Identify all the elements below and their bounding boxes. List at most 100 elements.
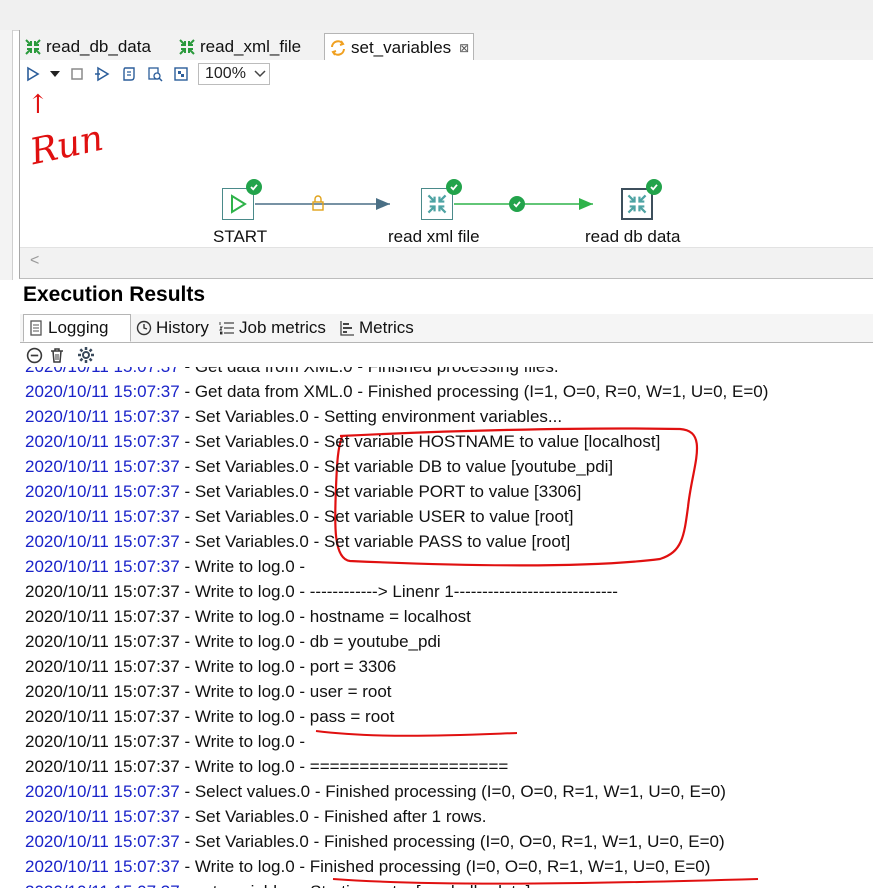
log-timestamp: 2020/10/11 15:07:37: [25, 832, 180, 851]
tab-label: read_xml_file: [200, 36, 302, 56]
log-timestamp: 2020/10/11 15:07:37: [25, 882, 180, 888]
success-badge-icon: [646, 179, 662, 195]
hop-arrowhead: [376, 198, 390, 210]
log-line: 2020/10/11 15:07:37 - Set Variables.0 - …: [25, 479, 581, 504]
tab-logging[interactable]: Logging: [23, 314, 131, 342]
log-timestamp: 2020/10/11 15:07:37: [25, 407, 180, 426]
dropdown-triangle-icon: [50, 71, 60, 77]
log-timestamp: 2020/10/11 15:07:37: [25, 782, 180, 801]
log-timestamp: 2020/10/11 15:07:37: [25, 582, 180, 601]
log-line: 2020/10/11 15:07:37 - Set Variables.0 - …: [25, 804, 486, 829]
log-line: 2020/10/11 15:07:37 - Get data from XML.…: [25, 379, 768, 404]
log-message: - Set Variables.0 - Finished after 1 row…: [179, 807, 487, 826]
log-message: - Set Variables.0 - Finished processing …: [179, 832, 725, 851]
search-document-icon: [148, 67, 163, 82]
log-line: 2020/10/11 15:07:37 - Set Variables.0 - …: [25, 829, 725, 854]
clock-icon: [136, 320, 152, 336]
log-message: - Get data from XML.0 - Finished process…: [179, 382, 769, 401]
sql-button[interactable]: [168, 62, 194, 86]
delete-log-button[interactable]: [49, 347, 65, 364]
log-timestamp: 2020/10/11 15:07:37: [25, 657, 180, 676]
log-message: - Write to log.0 - ------------> Linenr …: [179, 582, 618, 601]
clear-log-button[interactable]: [26, 347, 43, 364]
script-verify-icon: [123, 67, 135, 81]
tab-set-variables[interactable]: set_variables ⊠: [324, 33, 474, 61]
log-document-icon: [30, 320, 42, 336]
top-strip: [0, 0, 873, 31]
log-message: - Write to log.0 - db = youtube_pdi: [179, 632, 441, 651]
log-message: - Set Variables.0 - Set variable HOSTNAM…: [179, 432, 661, 451]
log-message: - set_variables - Starting entry [read_d…: [180, 882, 530, 888]
canvas-horizontal-scrollbar[interactable]: <: [20, 247, 873, 278]
log-timestamp: 2020/10/11 15:07:37: [25, 382, 180, 401]
log-line: 2020/10/11 15:07:37 - Write to log.0 - d…: [25, 629, 441, 654]
log-settings-button[interactable]: [77, 346, 95, 364]
left-panel-edge: [0, 30, 13, 280]
chevron-left-icon[interactable]: <: [30, 252, 39, 270]
grid-icon: [174, 67, 188, 81]
log-message: - Set Variables.0 - Set variable PORT to…: [179, 482, 582, 501]
log-output[interactable]: 2020/10/11 15:07:37 - Get data from XML.…: [20, 367, 873, 888]
job-editor: read_db_data read_xml_file set_variables…: [19, 30, 873, 279]
tab-label: read_db_data: [46, 36, 151, 56]
hop-arrowhead: [579, 198, 593, 210]
log-timestamp: 2020/10/11 15:07:37: [25, 857, 180, 876]
close-tab-icon[interactable]: ⊠: [459, 41, 469, 55]
log-message: - Set Variables.0 - Setting environment …: [179, 407, 563, 426]
node-label-read-db-data: read db data: [585, 227, 681, 246]
tab-job-metrics[interactable]: Job metrics: [215, 314, 335, 342]
log-timestamp: 2020/10/11 15:07:37: [25, 507, 180, 526]
tab-metrics[interactable]: Metrics: [335, 314, 419, 342]
job-entry-icon: [627, 194, 647, 214]
hops-layer: [255, 198, 593, 210]
success-badge-icon: [446, 179, 462, 195]
lock-icon: [311, 195, 325, 211]
log-line: 2020/10/11 15:07:37 - Set Variables.0 - …: [25, 429, 660, 454]
log-message: - Write to log.0 - Finished processing (…: [179, 857, 711, 876]
log-message: - Write to log.0 - user = root: [179, 682, 392, 701]
impact-analysis-button[interactable]: [142, 62, 168, 86]
replay-button[interactable]: [90, 62, 116, 86]
job-entry-icon: [427, 194, 447, 214]
hop-success-icon: [509, 196, 525, 212]
log-line: 2020/10/11 15:07:37 - Write to log.0 - -…: [25, 579, 618, 604]
log-line: 2020/10/11 15:07:37 - Write to log.0 - p…: [25, 704, 394, 729]
log-line: 2020/10/11 15:07:37 - Set Variables.0 - …: [25, 504, 573, 529]
run-button[interactable]: [20, 62, 46, 86]
log-line: 2020/10/11 15:07:37 - Write to log.0 - F…: [25, 854, 710, 879]
log-line: 2020/10/11 15:07:37 - Write to log.0 -: [25, 729, 305, 754]
list-numbered-icon: [219, 322, 234, 335]
transformation-icon: [329, 39, 347, 57]
log-message: - Select values.0 - Finished processing …: [179, 782, 726, 801]
log-line: 2020/10/11 15:07:37 - Select values.0 - …: [25, 779, 726, 804]
log-timestamp: 2020/10/11 15:07:37: [25, 607, 180, 626]
log-message: - Set Variables.0 - Set variable DB to v…: [179, 457, 614, 476]
tab-read-xml-file[interactable]: read_xml_file: [174, 33, 324, 60]
metrics-chart-icon: [340, 321, 354, 336]
log-message: - Write to log.0 - hostname = localhost: [179, 607, 471, 626]
log-line: 2020/10/11 15:07:37 - Set Variables.0 - …: [25, 404, 562, 429]
log-message: - Set Variables.0 - Set variable PASS to…: [179, 532, 571, 551]
job-icon: [24, 38, 42, 56]
replay-icon: [95, 66, 110, 82]
log-timestamp: 2020/10/11 15:07:37: [25, 432, 180, 451]
job-icon: [178, 38, 196, 56]
log-timestamp: 2020/10/11 15:07:37: [25, 682, 180, 701]
minus-circle-icon: [26, 347, 43, 363]
results-tab-bar: Logging History Job metrics Metrics: [20, 314, 873, 343]
log-timestamp: 2020/10/11 15:07:37: [25, 632, 180, 651]
log-message: - Get data from XML.0 - Finished process…: [180, 367, 558, 376]
log-line: 2020/10/11 15:07:37 - Get data from XML.…: [25, 367, 559, 379]
run-icon: [27, 66, 40, 82]
tab-label: Job metrics: [239, 318, 326, 337]
verify-button[interactable]: [116, 62, 142, 86]
stop-button[interactable]: [64, 62, 90, 86]
run-options-dropdown[interactable]: [46, 62, 64, 86]
log-message: - Write to log.0 -: [179, 732, 306, 751]
log-timestamp: 2020/10/11 15:07:37: [25, 532, 180, 551]
log-line: 2020/10/11 15:07:37 - set_variables - St…: [25, 879, 530, 888]
zoom-select[interactable]: 100%: [198, 63, 270, 85]
log-message: - Set Variables.0 - Set variable USER to…: [179, 507, 574, 526]
job-toolbar: 100%: [20, 60, 873, 88]
tab-read-db-data[interactable]: read_db_data: [20, 33, 170, 60]
